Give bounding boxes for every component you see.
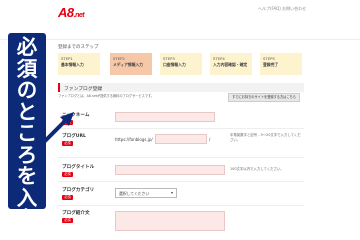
divider (58, 205, 304, 206)
blog-url-prefix: https://fanblogs.jp/ (115, 137, 153, 142)
blog-title-label: ブログタイトル (62, 165, 95, 170)
pointer-arrow-icon (36, 112, 74, 150)
annotation-char: の (16, 78, 38, 102)
step-3: STEP3 口座情報入力 (160, 53, 202, 75)
existing-site-button[interactable]: すでにお持ちのサイトを登録する方はこちら (228, 93, 300, 102)
blog-title-hint: 100文字以内で入力してください。 (230, 167, 284, 171)
top-bar: A8.net ヘルプ(FAQ) お問い合わせ (0, 0, 360, 40)
blog-category-label: ブログカテゴリ (62, 188, 95, 193)
step-number: STEP3 (163, 56, 175, 61)
nickname-field[interactable] (115, 112, 215, 122)
required-badge: 必須 (62, 172, 73, 177)
header-links[interactable]: ヘルプ(FAQ) お問い合わせ (258, 6, 306, 12)
blog-url-suffix: / (209, 137, 211, 142)
annotation-char: 入 (16, 185, 38, 210)
steps-title: 登録までのステップ (58, 45, 99, 50)
annotation-char: を (16, 164, 38, 188)
blog-category-select[interactable]: 選択してください (115, 188, 177, 198)
step-2-current: STEP2 メディア情報入力 (110, 53, 152, 75)
logo-main: A8 (58, 5, 74, 20)
step-number: STEP2 (113, 56, 125, 61)
step-4: STEP4 入力内容確認・確定 (210, 53, 252, 75)
step-1: STEP1 基本情報入力 (58, 53, 100, 75)
blog-title-field[interactable] (115, 165, 225, 175)
annotation-char: 須 (16, 56, 38, 81)
step-label: メディア情報入力 (113, 61, 144, 67)
step-5: STEP5 登録完了 (260, 53, 302, 75)
step-number: STEP4 (213, 56, 225, 61)
divider (58, 181, 304, 182)
step-label: 口座情報入力 (163, 61, 186, 67)
step-label: 基本情報入力 (61, 61, 84, 67)
step-label: 登録完了 (263, 61, 279, 67)
a8-logo[interactable]: A8.net (58, 5, 85, 20)
logo-sub: .net (73, 12, 85, 19)
annotation-char: 必 (16, 35, 38, 59)
divider (58, 157, 304, 158)
required-badge: 必須 (62, 195, 73, 200)
section-title: ファンブログ登録 (58, 83, 304, 92)
annotation-char: 力 (16, 207, 38, 231)
step-label: 入力内容確認・確定 (213, 61, 248, 67)
blog-url-hint: 半角英数字と記号 ‐ 3〜20文字で入力してください。 (230, 133, 301, 143)
blog-intro-label: ブログ紹介文 (62, 211, 90, 216)
divider (58, 128, 304, 129)
step-number: STEP5 (263, 56, 275, 61)
blog-intro-field[interactable] (115, 211, 225, 231)
step-number: STEP1 (61, 56, 73, 61)
blog-url-field[interactable] (155, 134, 207, 144)
required-badge: 必須 (62, 218, 73, 223)
section-intro: ファンブログとは、A8.netが提供する無料のブログサービスです。 (58, 94, 155, 98)
